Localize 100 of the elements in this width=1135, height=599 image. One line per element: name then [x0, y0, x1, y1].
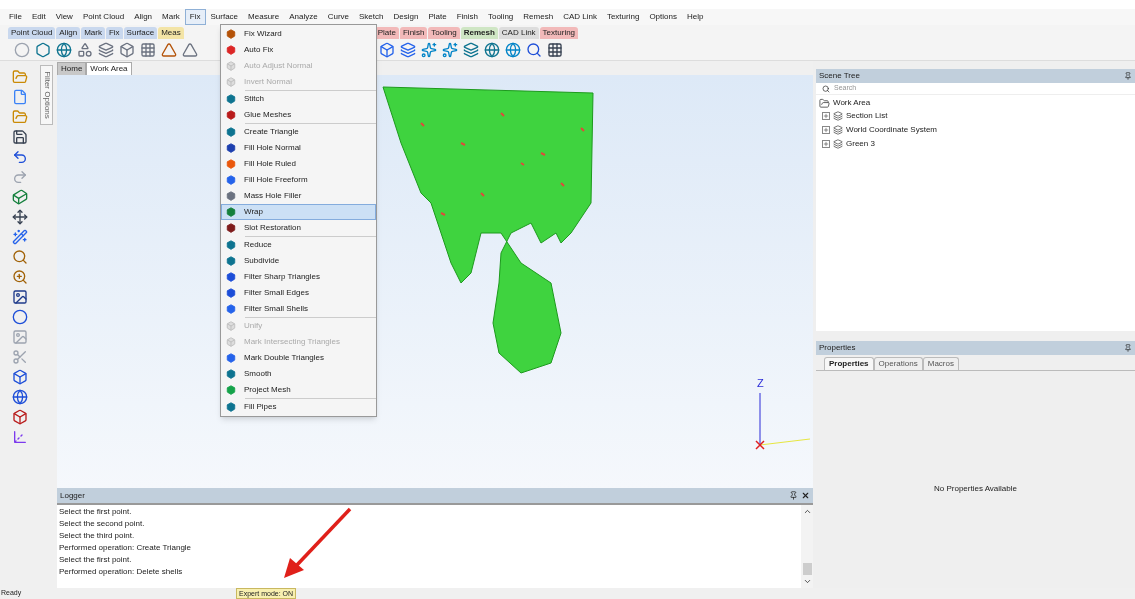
cube-icon[interactable] — [12, 369, 28, 385]
zoom-icon[interactable] — [12, 269, 28, 285]
wand-icon[interactable] — [12, 229, 28, 245]
grid-icon[interactable] — [547, 41, 563, 58]
properties-tab[interactable]: Properties — [824, 357, 874, 370]
menu-entry[interactable]: Mass Hole Filler — [221, 188, 376, 204]
mesh-icon[interactable] — [35, 41, 51, 58]
scroll-up-icon[interactable] — [802, 507, 812, 516]
globe-icon[interactable] — [505, 41, 521, 58]
layers-icon[interactable] — [400, 41, 416, 58]
menu-entry[interactable]: Reduce — [221, 237, 376, 253]
menu-item[interactable]: Remesh — [518, 9, 559, 25]
menu-item[interactable]: Curve — [322, 9, 354, 25]
menu-item[interactable]: Sketch — [354, 9, 389, 25]
menu-item[interactable]: Measure — [243, 9, 285, 25]
menu-entry[interactable]: Smooth — [221, 366, 376, 382]
folder-icon[interactable] — [12, 69, 28, 85]
ribbon-tab[interactable]: Align — [56, 27, 81, 39]
ribbon-tab[interactable]: Fix — [105, 27, 123, 39]
menu-item[interactable]: Mark — [157, 9, 185, 25]
expander-icon[interactable] — [822, 126, 830, 134]
cube-icon[interactable] — [12, 409, 28, 425]
menu-entry[interactable]: Wrap — [221, 204, 376, 220]
tree-item[interactable]: Section List — [846, 110, 888, 122]
pin-icon[interactable] — [789, 491, 798, 500]
ribbon-tab[interactable]: Mark — [81, 27, 105, 39]
menu-item[interactable]: Texturing — [601, 9, 645, 25]
scrollbar[interactable] — [801, 505, 813, 588]
menu-item[interactable]: Fix — [184, 9, 206, 25]
file-icon[interactable] — [12, 89, 28, 105]
menu-entry[interactable]: Filter Small Edges — [221, 285, 376, 301]
expander-icon[interactable] — [822, 140, 830, 148]
menu-item[interactable]: Finish — [451, 9, 483, 25]
circle-icon[interactable] — [12, 309, 28, 325]
menu-item[interactable]: Help — [681, 9, 709, 25]
globe-icon[interactable] — [12, 389, 28, 405]
menu-entry[interactable]: Stitch — [221, 91, 376, 107]
menu-entry[interactable]: Auto Fix — [221, 42, 376, 58]
tree-item[interactable]: World Coordinate System — [846, 124, 937, 136]
menu-entry[interactable]: Create Triangle — [221, 124, 376, 140]
menu-entry[interactable]: Fill Pipes — [221, 399, 376, 415]
ribbon-tab[interactable]: Tooling — [428, 27, 460, 39]
properties-tab[interactable]: Operations — [873, 357, 923, 370]
sphere-icon[interactable] — [14, 41, 30, 58]
menu-item[interactable]: Plate — [423, 9, 452, 25]
menu-item[interactable]: Design — [388, 9, 424, 25]
menu-item[interactable]: Options — [644, 9, 682, 25]
menu-item[interactable]: Align — [129, 9, 158, 25]
side-tab[interactable]: Filter Options — [40, 65, 53, 125]
layers-icon[interactable] — [98, 41, 114, 58]
sparkle-icon[interactable] — [442, 41, 458, 58]
globe-icon[interactable] — [484, 41, 500, 58]
menu-item[interactable]: File — [4, 9, 27, 25]
menu-entry[interactable]: Glue Meshes — [221, 107, 376, 123]
ribbon-tab[interactable]: CAD Link — [498, 27, 539, 39]
globe-icon[interactable] — [56, 41, 72, 58]
search-icon[interactable] — [12, 249, 28, 265]
shapes-icon[interactable] — [77, 41, 93, 58]
triangle-icon[interactable] — [161, 41, 177, 58]
menu-entry[interactable]: Mark Double Triangles — [221, 350, 376, 366]
scroll-thumb[interactable] — [802, 563, 812, 575]
menu-entry[interactable]: Fill Hole Freeform — [221, 172, 376, 188]
menu-item[interactable]: Surface — [205, 9, 244, 25]
view-tab[interactable]: Work Area — [86, 62, 132, 75]
menu-entry[interactable]: Fill Hole Normal — [221, 140, 376, 156]
menu-entry[interactable]: Fix Wizard — [221, 26, 376, 42]
pin-icon[interactable] — [1124, 344, 1132, 352]
axis-icon[interactable] — [12, 429, 28, 445]
menu-entry[interactable]: Filter Sharp Triangles — [221, 269, 376, 285]
menu-entry[interactable]: Subdivide — [221, 253, 376, 269]
menu-item[interactable]: CAD Link — [558, 9, 602, 25]
sparkle-icon[interactable] — [421, 41, 437, 58]
image-icon[interactable] — [12, 289, 28, 305]
search-icon[interactable] — [526, 41, 542, 58]
menu-entry[interactable]: Project Mesh — [221, 382, 376, 398]
properties-tab[interactable]: Macros — [922, 357, 959, 370]
move-icon[interactable] — [12, 209, 28, 225]
menu-item[interactable]: Tooling — [482, 9, 519, 25]
ribbon-tab[interactable]: Remesh — [460, 27, 498, 39]
ribbon-tab[interactable]: Point Cloud — [8, 27, 56, 39]
close-icon[interactable] — [801, 491, 810, 500]
scroll-down-icon[interactable] — [802, 577, 812, 586]
menu-item[interactable]: Point Cloud — [77, 9, 130, 25]
menu-entry[interactable]: Slot Restoration — [221, 220, 376, 236]
menu-item[interactable]: Analyze — [284, 9, 323, 25]
expander-icon[interactable] — [822, 112, 830, 120]
ribbon-tab[interactable]: Meas — [158, 27, 184, 39]
tree-item[interactable]: Work Area — [833, 97, 871, 109]
menu-entry[interactable]: Fill Hole Ruled — [221, 156, 376, 172]
menu-item[interactable]: View — [50, 9, 78, 25]
cube-icon[interactable] — [119, 41, 135, 58]
menu-entry[interactable]: Filter Small Shells — [221, 301, 376, 317]
grid-icon[interactable] — [140, 41, 156, 58]
menu-item[interactable]: Edit — [26, 9, 51, 25]
layers-icon[interactable] — [463, 41, 479, 58]
cube-icon[interactable] — [379, 41, 395, 58]
ribbon-tab[interactable]: Finish — [400, 27, 428, 39]
view-tab[interactable]: Home — [57, 62, 87, 75]
tree-item[interactable]: Green 3 — [846, 138, 875, 150]
cube-icon[interactable] — [12, 189, 28, 205]
